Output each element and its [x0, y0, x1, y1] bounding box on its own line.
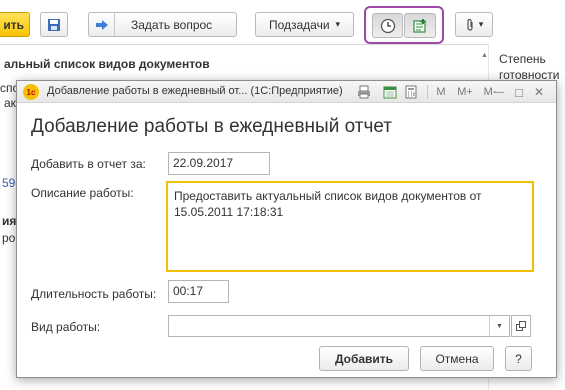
- dialog-heading: Добавление работы в ежедневный отчет: [31, 116, 392, 137]
- background-line-2: ак: [4, 96, 16, 110]
- memory-m-icon[interactable]: M: [433, 84, 449, 100]
- work-type-label: Вид работы:: [31, 320, 101, 334]
- maximize-icon[interactable]: □: [511, 84, 527, 100]
- chevron-down-icon: ▾: [335, 19, 341, 29]
- clock-button[interactable]: [372, 13, 403, 38]
- print-icon[interactable]: [356, 84, 372, 100]
- dialog-window-title: Добавление работы в ежедневный от... (1С…: [47, 85, 343, 97]
- arrow-right-icon: [89, 13, 115, 36]
- description-label: Описание работы:: [31, 186, 134, 200]
- duration-label: Длительность работы:: [31, 287, 157, 301]
- minimize-icon[interactable]: —: [491, 84, 507, 100]
- side-label-1: Степень: [499, 52, 546, 66]
- open-work-type-button[interactable]: [511, 315, 531, 337]
- add-button[interactable]: Добавить: [319, 346, 409, 371]
- description-field[interactable]: Предоставить актуальный список видов док…: [166, 181, 534, 272]
- background-heading: альный список видов документов: [4, 57, 210, 71]
- primary-action-label: ить: [3, 17, 24, 32]
- work-type-select[interactable]: ▼: [168, 315, 510, 337]
- background-link[interactable]: 59: [2, 176, 15, 190]
- ask-question-button[interactable]: Задать вопрос: [88, 12, 237, 37]
- cancel-button[interactable]: Отмена: [420, 346, 494, 371]
- open-form-icon: [516, 321, 526, 331]
- toolbar-divider: [0, 44, 488, 45]
- app-logo-icon: 1с: [23, 84, 39, 100]
- ask-question-label: Задать вопрос: [131, 17, 213, 32]
- background-line-3: ро: [2, 231, 16, 245]
- report-add-icon: [413, 18, 426, 33]
- clock-icon: [380, 18, 395, 33]
- background-toolbar: ить Задать вопрос Подзадачи ▾ ▾: [0, 0, 565, 48]
- close-icon[interactable]: ✕: [531, 84, 547, 100]
- chevron-down-icon[interactable]: ▼: [489, 316, 509, 336]
- subtasks-label: Подзадачи: [268, 17, 330, 32]
- memory-plus-icon[interactable]: M+: [454, 84, 476, 100]
- primary-action-button[interactable]: ить: [0, 12, 30, 37]
- background-bold-text: ия: [2, 214, 17, 228]
- paperclip-icon: [467, 18, 473, 31]
- floppy-disk-icon: [48, 18, 60, 31]
- duration-field[interactable]: 00:17: [168, 280, 229, 303]
- save-button[interactable]: [40, 12, 68, 37]
- scroll-up-icon[interactable]: ▲: [481, 52, 488, 59]
- attachment-button[interactable]: ▾: [455, 12, 493, 37]
- attachment-chevron-icon: ▾: [478, 19, 484, 29]
- date-label: Добавить в отчет за:: [31, 157, 146, 171]
- titlebar-separator: [427, 85, 428, 99]
- help-button[interactable]: ?: [505, 346, 532, 371]
- date-field[interactable]: 22.09.2017: [168, 152, 270, 175]
- add-work-dialog: 1с Добавление работы в ежедневный от... …: [16, 80, 557, 378]
- dialog-titlebar: 1с Добавление работы в ежедневный от... …: [17, 81, 556, 103]
- calendar-icon[interactable]: [382, 84, 398, 100]
- add-to-report-button[interactable]: [404, 13, 436, 38]
- subtasks-dropdown-button[interactable]: Подзадачи ▾: [255, 12, 354, 37]
- calculator-icon[interactable]: [403, 84, 419, 100]
